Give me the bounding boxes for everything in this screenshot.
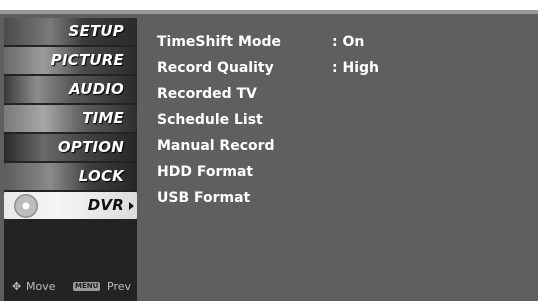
sidebar-item-option[interactable]: OPTION [4, 134, 137, 161]
sidebar-item-label: OPTION [57, 138, 124, 156]
dvr-disc-icon [14, 194, 38, 218]
sidebar-item-lock[interactable]: LOCK [4, 163, 137, 190]
item-value: : High [332, 60, 379, 76]
sidebar-item-label: LOCK [78, 167, 124, 185]
sidebar-item-dvr[interactable]: DVR [4, 192, 137, 219]
item-name: HDD Format [157, 164, 254, 180]
usb-format-item[interactable]: USB Format [157, 186, 527, 212]
item-name: Manual Record [157, 138, 275, 154]
prev-hint-label: Prev [107, 280, 131, 293]
sidebar-item-label: AUDIO [69, 80, 124, 98]
item-name: Recorded TV [157, 86, 257, 102]
item-value: : On [332, 34, 365, 50]
recorded-tv-item[interactable]: Recorded TV [157, 82, 527, 108]
hdd-format-item[interactable]: HDD Format [157, 160, 527, 186]
sidebar-item-label: SETUP [68, 22, 124, 40]
sidebar-item-label: PICTURE [50, 51, 124, 69]
item-name: USB Format [157, 190, 251, 206]
record-quality-item[interactable]: Record Quality : High [157, 56, 527, 82]
top-divider [0, 10, 538, 14]
sidebar-item-audio[interactable]: AUDIO [4, 76, 137, 103]
item-name: Schedule List [157, 112, 263, 128]
schedule-list-item[interactable]: Schedule List [157, 108, 527, 134]
sidebar-item-picture[interactable]: PICTURE [4, 47, 137, 74]
chevron-right-icon [129, 202, 134, 210]
dvr-settings-panel: TimeShift Mode : On Record Quality : Hig… [157, 30, 527, 212]
tv-menu-screen: SETUP PICTURE AUDIO TIME OPTION LOCK DVR [0, 10, 538, 301]
move-hint-label: Move [26, 280, 56, 293]
sidebar-item-label: DVR [87, 196, 124, 214]
sidebar-item-time[interactable]: TIME [4, 105, 137, 132]
move-icon: ✥ [12, 280, 22, 293]
manual-record-item[interactable]: Manual Record [157, 134, 527, 160]
sidebar-footer: ✥ Move MENU Prev [4, 279, 137, 295]
item-name: TimeShift Mode [157, 34, 282, 50]
sidebar-item-setup[interactable]: SETUP [4, 18, 137, 45]
sidebar-item-label: TIME [82, 109, 124, 127]
item-name: Record Quality [157, 60, 274, 76]
timeshift-mode-item[interactable]: TimeShift Mode : On [157, 30, 527, 56]
sidebar: SETUP PICTURE AUDIO TIME OPTION LOCK DVR [4, 18, 137, 301]
menu-key-icon: MENU [73, 282, 101, 291]
